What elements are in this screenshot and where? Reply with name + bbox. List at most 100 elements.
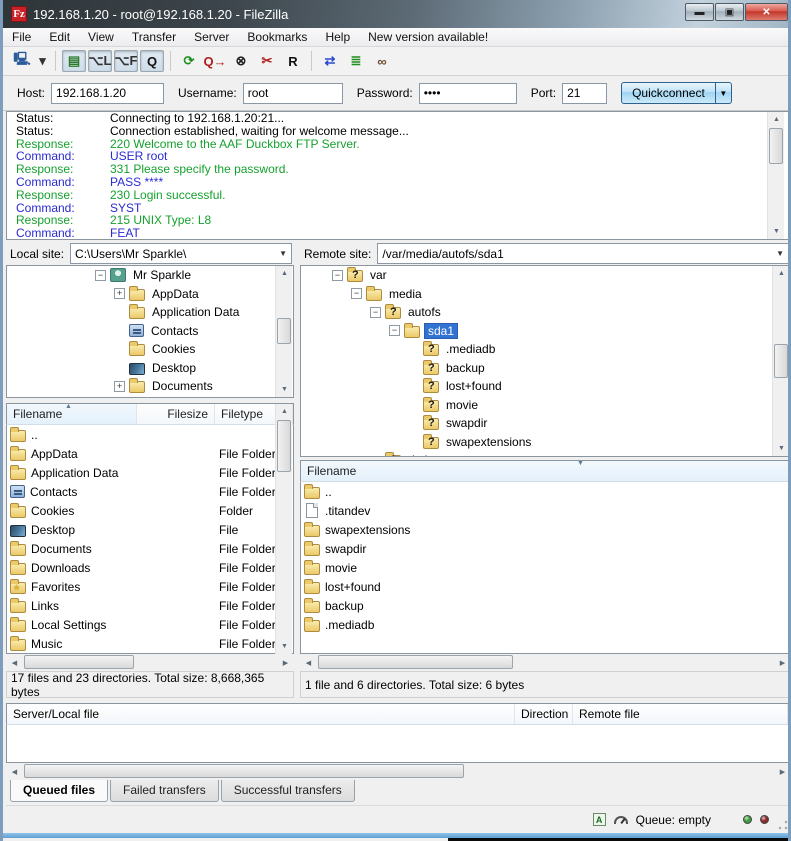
reconnect-button[interactable]: R — [281, 50, 305, 72]
local-list-scrollbar[interactable]: ▲ ▼ — [275, 404, 292, 654]
local-tree-scrollbar[interactable]: ▲ ▼ — [275, 266, 292, 397]
toggle-message-log-button[interactable]: ▤ — [62, 50, 86, 72]
tree-item-lost-found[interactable]: lost+found — [301, 377, 790, 396]
remote-tree-scrollbar[interactable]: ▲ ▼ — [772, 266, 789, 456]
quickconnect-dropdown[interactable]: ▼ — [716, 82, 732, 104]
file-row-Contacts[interactable]: ContactsFile Folder — [7, 482, 293, 501]
username-input[interactable] — [243, 83, 343, 104]
password-input[interactable] — [419, 83, 517, 104]
file-row-Downloads[interactable]: DownloadsFile Folder — [7, 558, 293, 577]
process-queue-button[interactable]: Q→ — [203, 50, 227, 72]
menu-item-file[interactable]: File — [3, 28, 40, 46]
menu-item-view[interactable]: View — [79, 28, 123, 46]
file-row-Documents[interactable]: DocumentsFile Folder — [7, 539, 293, 558]
file-row-Local-Settings[interactable]: Local SettingsFile Folder — [7, 615, 293, 634]
menu-item-edit[interactable]: Edit — [40, 28, 79, 46]
tree-item-media[interactable]: −media — [301, 285, 790, 304]
file-row-swapdir[interactable]: swapdir — [301, 539, 790, 558]
file-row--mediadb[interactable]: .mediadb — [301, 615, 790, 634]
refresh-button[interactable]: ⟳ — [177, 50, 201, 72]
queue-hscrollbar[interactable]: ◀ ▶ — [6, 763, 791, 780]
collapse-icon[interactable]: − — [370, 307, 381, 318]
tree-item-desktop[interactable]: Desktop — [7, 359, 293, 378]
tree-item-mr-sparkle[interactable]: −Mr Sparkle — [7, 266, 293, 285]
tree-item-appdata[interactable]: +AppData — [7, 285, 293, 304]
tree-item-backup[interactable]: backup — [301, 359, 790, 378]
remote-site-combo[interactable]: /var/media/autofs/sda1▼ — [377, 243, 789, 264]
column-header-server-local-file[interactable]: Server/Local file — [7, 704, 515, 724]
port-input[interactable] — [562, 83, 607, 104]
site-manager-dropdown[interactable]: ▾ — [36, 50, 49, 72]
tab-queued-files[interactable]: Queued files — [10, 780, 108, 802]
collapse-icon[interactable]: − — [389, 325, 400, 336]
tree-item-movie[interactable]: movie — [301, 396, 790, 415]
transfer-type-icon[interactable]: A — [593, 813, 606, 826]
file-row-Desktop[interactable]: DesktopFile — [7, 520, 293, 539]
menu-item-transfer[interactable]: Transfer — [123, 28, 185, 46]
speed-limits-icon[interactable] — [614, 816, 628, 824]
tree-item-swapdir[interactable]: swapdir — [301, 414, 790, 433]
file-row--titandev[interactable]: .titandev — [301, 501, 790, 520]
menu-item-new-version-available-[interactable]: New version available! — [359, 28, 497, 46]
file-row-Favorites[interactable]: ★FavoritesFile Folder — [7, 577, 293, 596]
tree-item-documents[interactable]: +Documents — [7, 377, 293, 396]
file-row-lost-found[interactable]: lost+found — [301, 577, 790, 596]
tree-item--mediadb[interactable]: .mediadb — [301, 340, 790, 359]
menu-item-server[interactable]: Server — [185, 28, 238, 46]
quickconnect-button[interactable]: Quickconnect — [621, 82, 716, 104]
menu-item-bookmarks[interactable]: Bookmarks — [238, 28, 316, 46]
column-header-direction[interactable]: Direction — [515, 704, 573, 724]
tree-item-dvd[interactable]: dvd — [301, 451, 790, 457]
title-bar[interactable]: Fz 192.168.1.20 - root@192.168.1.20 - Fi… — [3, 0, 791, 28]
site-manager-button[interactable]: 🖳 — [10, 50, 34, 72]
tree-item-autofs[interactable]: −autofs — [301, 303, 790, 322]
tree-item-contacts[interactable]: Contacts — [7, 322, 293, 341]
expand-icon[interactable]: + — [114, 288, 125, 299]
tab-failed-transfers[interactable]: Failed transfers — [110, 780, 219, 802]
close-button[interactable]: ✕ — [745, 3, 788, 21]
file-row--[interactable]: .. — [7, 425, 293, 444]
toggle-local-tree-button[interactable]: ⌥L — [88, 50, 112, 72]
directory-comparison-button[interactable]: ⇄ — [318, 50, 342, 72]
file-row-Application-Data[interactable]: Application DataFile Folder — [7, 463, 293, 482]
tree-item-downloads[interactable]: +Downloads — [7, 396, 293, 399]
expand-icon[interactable]: + — [114, 381, 125, 392]
column-header-filename[interactable]: Filename▲ — [7, 404, 137, 424]
tree-item-sda1[interactable]: −sda1 — [301, 322, 790, 341]
column-header-filename[interactable]: Filename▼ — [301, 461, 790, 481]
remote-list-hscrollbar[interactable]: ◀ ▶ — [300, 654, 791, 671]
tab-successful-transfers[interactable]: Successful transfers — [221, 780, 355, 802]
find-files-button[interactable]: ∞ — [370, 50, 394, 72]
log-scrollbar[interactable]: ▲ ▼ — [767, 112, 784, 239]
host-input[interactable] — [51, 83, 164, 104]
minimize-button[interactable]: ▬ — [685, 3, 714, 21]
file-row-movie[interactable]: movie — [301, 558, 790, 577]
local-list-hscrollbar[interactable]: ◀ ▶ — [6, 654, 294, 671]
menu-item-help[interactable]: Help — [316, 28, 359, 46]
tree-item-cookies[interactable]: Cookies — [7, 340, 293, 359]
tree-item-swapextensions[interactable]: swapextensions — [301, 433, 790, 452]
folder-icon — [304, 582, 320, 594]
tree-item-application-data[interactable]: Application Data — [7, 303, 293, 322]
file-row-swapextensions[interactable]: swapextensions — [301, 520, 790, 539]
maximize-button[interactable]: ▣ — [715, 3, 744, 21]
column-header-filesize[interactable]: Filesize — [137, 404, 215, 424]
collapse-icon[interactable]: − — [95, 270, 106, 281]
file-row-Links[interactable]: LinksFile Folder — [7, 596, 293, 615]
file-row-Music[interactable]: MusicFile Folder — [7, 634, 293, 653]
file-row-backup[interactable]: backup — [301, 596, 790, 615]
cancel-button[interactable]: ⊗ — [229, 50, 253, 72]
file-row--[interactable]: .. — [301, 482, 790, 501]
column-header-remote-file[interactable]: Remote file — [573, 704, 788, 724]
file-row-Cookies[interactable]: CookiesFolder — [7, 501, 293, 520]
collapse-icon[interactable]: − — [332, 270, 343, 281]
resize-grip[interactable] — [778, 820, 788, 830]
toggle-remote-tree-button[interactable]: ⌥F — [114, 50, 138, 72]
file-row-AppData[interactable]: AppDataFile Folder — [7, 444, 293, 463]
collapse-icon[interactable]: − — [351, 288, 362, 299]
toggle-queue-button[interactable]: Q — [140, 50, 164, 72]
local-site-combo[interactable]: C:\Users\Mr Sparkle\▼ — [70, 243, 292, 264]
disconnect-button[interactable]: ✂ — [255, 50, 279, 72]
tree-item-var[interactable]: −var — [301, 266, 790, 285]
synchronized-browsing-button[interactable]: ≣ — [344, 50, 368, 72]
